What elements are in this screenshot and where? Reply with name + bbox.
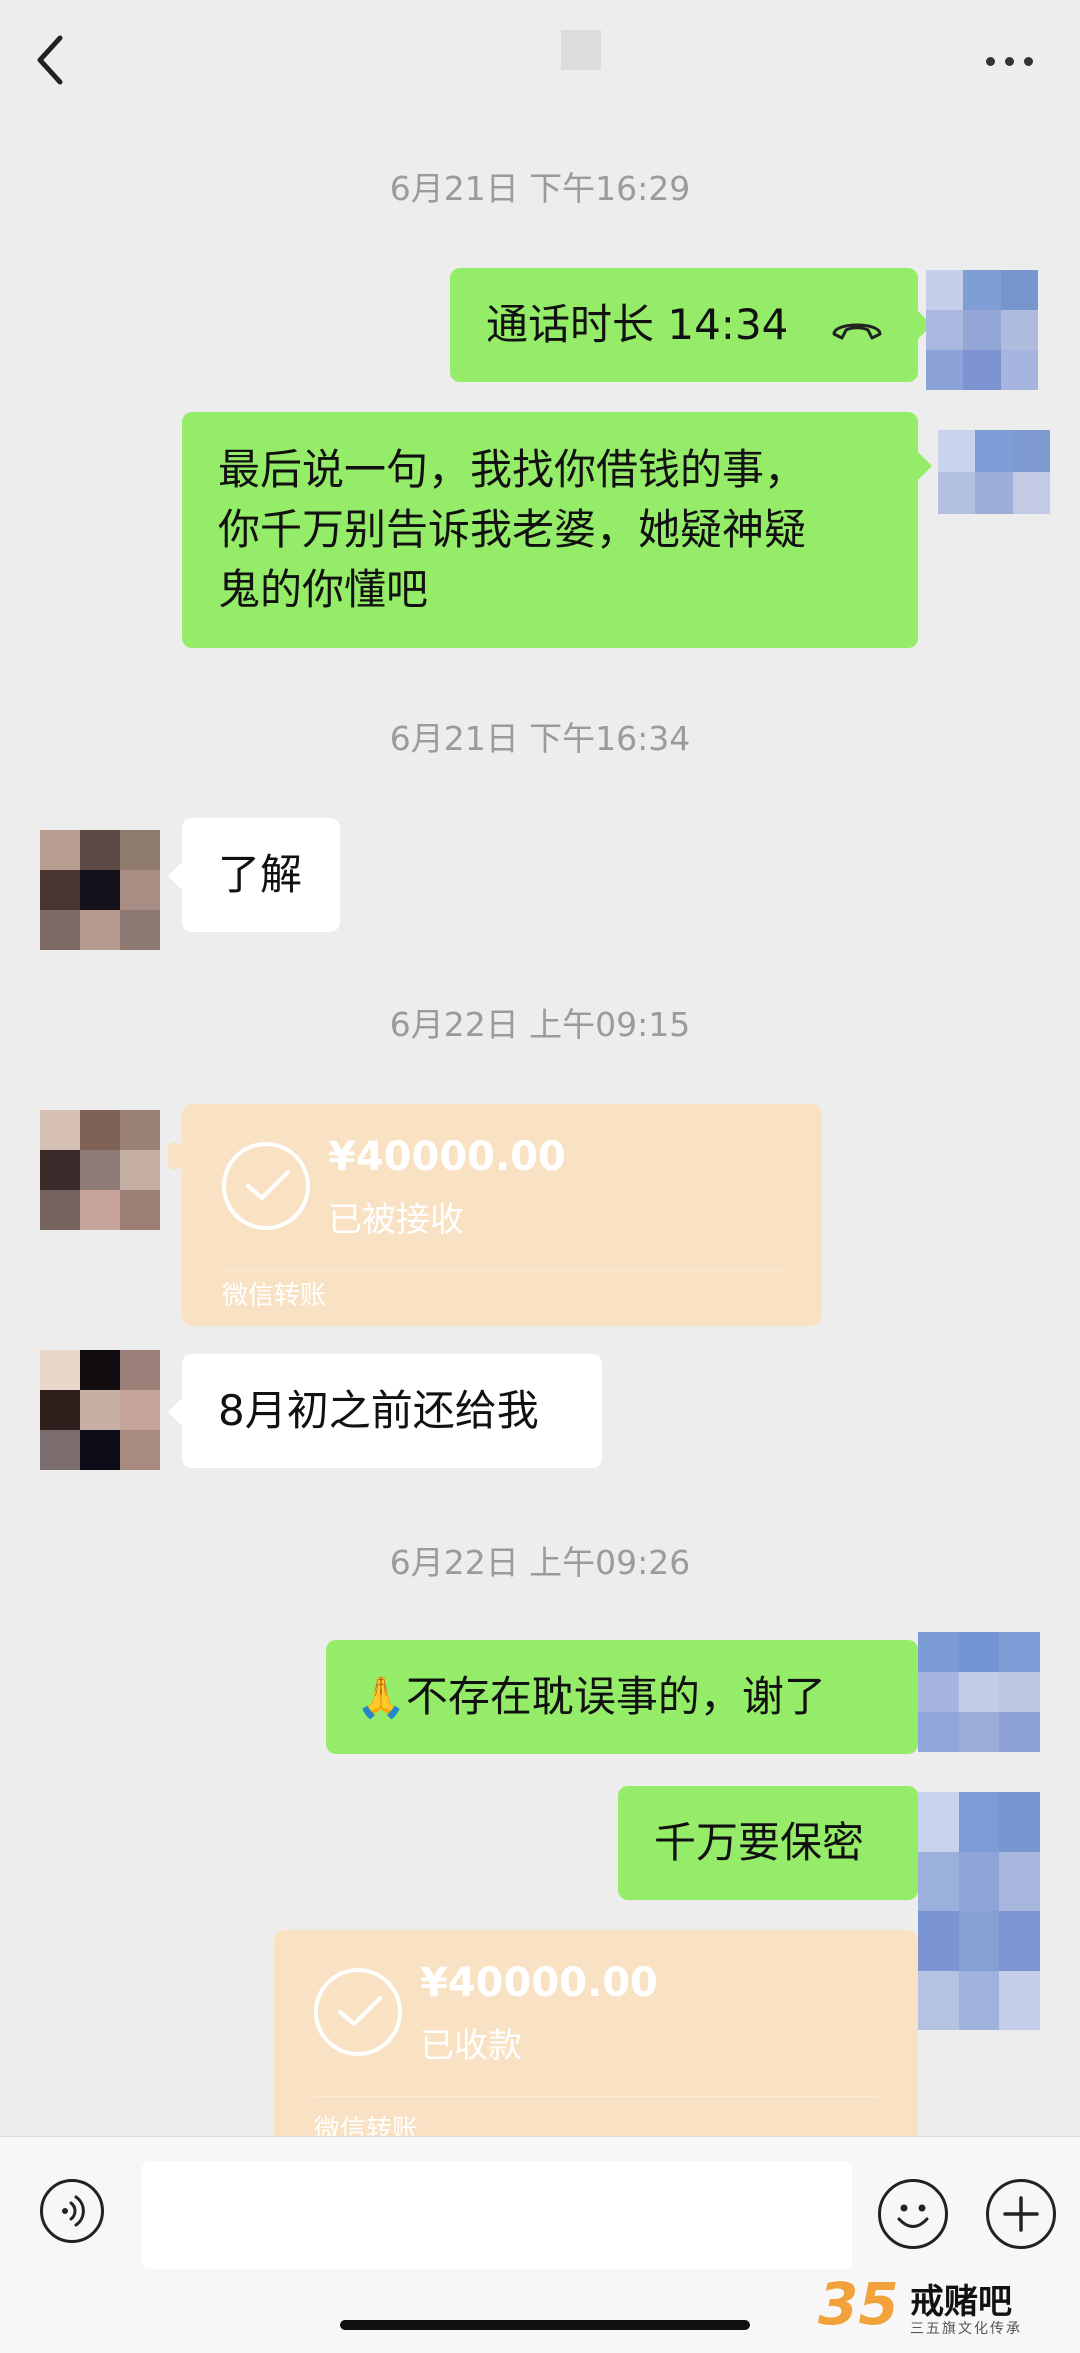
- transfer-status: 已收款: [420, 2026, 522, 2066]
- message-bubble[interactable]: 千万要保密: [618, 1786, 918, 1900]
- message-text: 8月初之前还给我: [218, 1386, 539, 1435]
- voice-icon: [62, 2195, 85, 2227]
- timestamp: 6月21日 下午16:29: [389, 169, 691, 208]
- watermark-logo: 35 戒赌吧 三五旗文化传承: [810, 2270, 1070, 2340]
- self-avatar[interactable]: [918, 1792, 1040, 2030]
- divider: [314, 2096, 878, 2097]
- transfer-card[interactable]: ¥40000.00 已被接收 微信转账: [182, 1104, 822, 1326]
- message-bubble[interactable]: 🙏不存在耽误事的，谢了: [326, 1640, 918, 1754]
- watermark-tagline: 三五旗文化传承: [910, 2321, 1022, 2337]
- plus-icon: [1003, 2196, 1039, 2232]
- contact-avatar[interactable]: [40, 1110, 160, 1230]
- message-text: 不存在耽误事的，谢了: [405, 1672, 826, 1721]
- top-bar: [0, 0, 1080, 118]
- self-avatar[interactable]: [926, 270, 1038, 390]
- message-line: 鬼的你懂吧: [218, 565, 429, 614]
- message-input[interactable]: [142, 2161, 852, 2269]
- message-bubble[interactable]: 了解: [182, 818, 340, 932]
- more-dots-icon: [986, 57, 995, 66]
- timestamp: 6月21日 下午16:34: [389, 719, 691, 758]
- folded-hands-icon: 🙏: [356, 1675, 406, 1721]
- transfer-card[interactable]: ¥40000.00 已收款 微信转账: [274, 1930, 918, 2145]
- chevron-left-icon: [37, 35, 63, 85]
- watermark-number: 35: [818, 2270, 899, 2338]
- back-button[interactable]: [30, 30, 80, 90]
- call-duration-label: 通话时长 14:34: [486, 300, 789, 349]
- timestamp: 6月22日 上午09:26: [389, 1543, 691, 1582]
- message-bubble[interactable]: 8月初之前还给我: [182, 1354, 602, 1468]
- check-circle-icon: [222, 1142, 310, 1230]
- watermark-name: 戒赌吧: [910, 2282, 1012, 2322]
- transfer-status: 已被接收: [328, 1200, 464, 1240]
- emoji-button[interactable]: [878, 2179, 948, 2249]
- message-text: 了解: [218, 850, 303, 899]
- self-avatar[interactable]: [938, 430, 1050, 514]
- more-button[interactable]: [980, 40, 1040, 80]
- plus-button[interactable]: [986, 2179, 1056, 2249]
- message-line: 最后说一句，我找你借钱的事，: [218, 445, 807, 494]
- transfer-amount: ¥40000.00: [420, 1960, 658, 2006]
- transfer-amount: ¥40000.00: [328, 1134, 566, 1180]
- home-indicator: [340, 2320, 750, 2330]
- chat-title-redacted: [561, 30, 601, 70]
- message-text: 千万要保密: [654, 1818, 865, 1867]
- message-bubble[interactable]: 最后说一句，我找你借钱的事， 你千万别告诉我老婆，她疑神疑 鬼的你懂吧: [182, 412, 918, 648]
- message-line: 你千万别告诉我老婆，她疑神疑: [218, 505, 807, 554]
- call-record-bubble[interactable]: 通话时长 14:34: [450, 268, 918, 382]
- contact-avatar[interactable]: [40, 1350, 160, 1470]
- voice-button[interactable]: [40, 2179, 104, 2243]
- check-circle-icon: [314, 1968, 402, 2056]
- transfer-footer: 微信转账: [222, 1281, 327, 1311]
- phone-hangup-icon: [832, 323, 882, 340]
- divider: [222, 1270, 782, 1271]
- contact-avatar[interactable]: [40, 830, 160, 950]
- self-avatar[interactable]: [918, 1632, 1040, 1752]
- timestamp: 6月22日 上午09:15: [389, 1005, 691, 1044]
- emoji-icon: [897, 2204, 929, 2228]
